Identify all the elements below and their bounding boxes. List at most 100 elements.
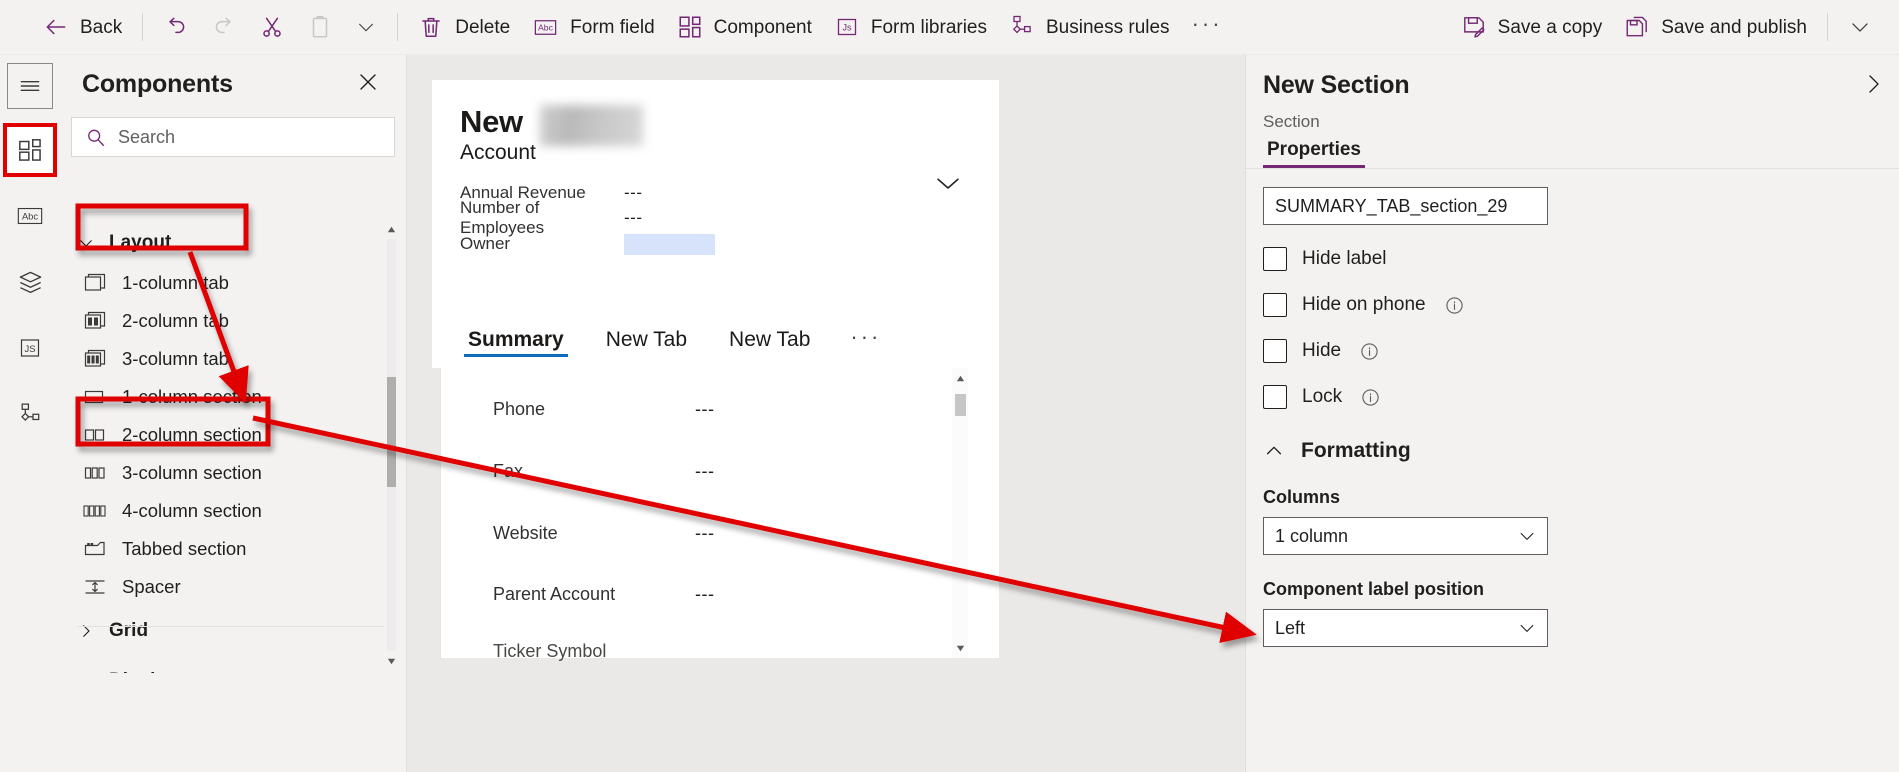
display-group-header[interactable]: Display: [60, 660, 407, 673]
header-field-row[interactable]: Number of Employees ---: [460, 198, 960, 237]
grid-group-header[interactable]: Grid: [60, 610, 407, 652]
form-field-button[interactable]: Abc Form field: [521, 5, 665, 49]
scrollbar-thumb[interactable]: [387, 377, 396, 487]
form-libraries-button[interactable]: Js Form libraries: [823, 5, 998, 49]
info-icon[interactable]: [1361, 388, 1380, 407]
chevron-up-icon: [1263, 440, 1285, 462]
canvas-scroll-down-arrow[interactable]: [954, 640, 967, 656]
sidebar-item-business-rules[interactable]: [7, 391, 53, 437]
form-row-parent-account[interactable]: Parent Account ---: [493, 584, 714, 605]
component-item-2-column-tab[interactable]: 2-column tab: [60, 302, 407, 340]
chevron-down-icon: [77, 672, 95, 673]
canvas-scrollbar[interactable]: [952, 368, 968, 658]
checkbox-box[interactable]: [1263, 293, 1287, 317]
canvas-scroll-up-arrow[interactable]: [954, 370, 967, 386]
tab-overflow-dots: ···: [850, 323, 882, 349]
component-item-2-column-section[interactable]: 2-column section: [60, 416, 407, 454]
component-item-3-column-tab[interactable]: 3-column tab: [60, 340, 407, 378]
search-input[interactable]: Search: [71, 117, 395, 157]
delete-button[interactable]: Delete: [407, 5, 521, 49]
tab-new-tab-2[interactable]: New Tab: [721, 318, 818, 362]
js-icon: Js: [834, 14, 860, 40]
sidebar-item-form-fields[interactable]: Abc: [7, 193, 53, 239]
formatting-section-label: Formatting: [1301, 439, 1411, 462]
layout-group-header[interactable]: Layout: [60, 222, 407, 264]
columns-dropdown[interactable]: 1 column: [1263, 517, 1548, 555]
sidebar-item-tree-view[interactable]: [7, 259, 53, 305]
paste-button[interactable]: [296, 5, 344, 49]
section-name-input[interactable]: SUMMARY_TAB_section_29: [1263, 187, 1548, 225]
sidebar-item-form-libraries[interactable]: JS: [7, 325, 53, 371]
search-icon: [85, 127, 106, 148]
layout-group-label: Layout: [109, 232, 172, 253]
component-item-label: 1-column section: [122, 386, 262, 407]
properties-panel-title: New Section: [1263, 71, 1410, 99]
component-button-label: Component: [713, 16, 812, 38]
scroll-up-arrow[interactable]: [385, 221, 397, 237]
component-item-tabbed-section[interactable]: Tabbed section: [60, 530, 407, 568]
cut-button[interactable]: [248, 5, 296, 49]
scroll-down-arrow[interactable]: [385, 653, 397, 669]
save-a-copy-button[interactable]: Save a copy: [1450, 5, 1614, 49]
checkbox-hide[interactable]: Hide: [1263, 339, 1882, 363]
component-item-1-column-tab[interactable]: 1-column tab: [60, 264, 407, 302]
checkbox-box[interactable]: [1263, 339, 1287, 363]
header-field-row[interactable]: Owner: [460, 230, 960, 258]
svg-text:Abc: Abc: [22, 211, 38, 221]
form-row-ticker-symbol[interactable]: Ticker Symbol: [493, 641, 695, 662]
spacer-icon: [82, 578, 108, 596]
save-and-publish-button[interactable]: Save and publish: [1613, 5, 1818, 49]
save-options-button[interactable]: [1837, 5, 1883, 49]
redo-button[interactable]: [200, 5, 248, 49]
checkbox-label: Hide label: [1302, 248, 1387, 269]
checkbox-box[interactable]: [1263, 247, 1287, 271]
save-and-publish-label: Save and publish: [1661, 16, 1807, 38]
component-button[interactable]: Component: [666, 5, 823, 49]
more-commands-button[interactable]: ···: [1181, 5, 1234, 49]
form-row-label: Website: [493, 523, 558, 543]
formatting-section-header[interactable]: Formatting: [1263, 439, 1882, 463]
three-column-section-icon: [82, 464, 108, 482]
component-item-3-column-section[interactable]: 3-column section: [60, 454, 407, 492]
form-header-card[interactable]: New Account Annual Revenue --- Number of…: [432, 80, 999, 318]
checkbox-hide-on-phone[interactable]: Hide on phone: [1263, 293, 1882, 317]
info-icon[interactable]: [1445, 296, 1464, 315]
form-row-website[interactable]: Website ---: [493, 523, 714, 544]
tab-properties[interactable]: Properties: [1263, 139, 1365, 168]
undo-button[interactable]: [152, 5, 200, 49]
checkbox-lock[interactable]: Lock: [1263, 385, 1882, 409]
back-button[interactable]: Back: [32, 5, 133, 49]
canvas-scrollbar-thumb[interactable]: [955, 394, 966, 416]
svg-text:Js: Js: [842, 23, 852, 33]
form-header-fields: Annual Revenue --- Number of Employees -…: [460, 180, 960, 258]
divider: [77, 626, 397, 627]
form-row-value: ---: [695, 584, 715, 604]
info-icon[interactable]: [1360, 342, 1379, 361]
business-rules-button[interactable]: Business rules: [998, 5, 1181, 49]
components-icon: [677, 14, 703, 40]
components-list: Layout 1-column tab 2-column tab 3-colum…: [60, 218, 407, 673]
component-label-position-dropdown[interactable]: Left: [1263, 609, 1548, 647]
component-item-spacer[interactable]: Spacer: [60, 568, 407, 606]
component-item-label: 2-column section: [122, 424, 262, 445]
chevron-down-icon: [1848, 15, 1872, 39]
clipboard-overflow-button[interactable]: [344, 5, 388, 49]
close-icon[interactable]: [350, 64, 386, 105]
command-bar: Back Delete Abc Form field Component Js …: [0, 0, 1899, 55]
checkbox-box[interactable]: [1263, 385, 1287, 409]
sidebar-item-components[interactable]: [3, 123, 57, 177]
tab-overflow-button[interactable]: ···: [844, 318, 887, 362]
form-libraries-button-label: Form libraries: [870, 16, 987, 38]
component-item-4-column-section[interactable]: 4-column section: [60, 492, 407, 530]
sidebar-item-menu[interactable]: [7, 63, 53, 109]
components-panel-scrollbar[interactable]: [384, 221, 398, 669]
tab-new-tab-1[interactable]: New Tab: [598, 318, 695, 362]
hamburger-icon: [17, 73, 43, 99]
checkbox-hide-label[interactable]: Hide label: [1263, 247, 1882, 271]
form-row-fax[interactable]: Fax ---: [493, 461, 714, 482]
chevron-right-icon[interactable]: [1861, 72, 1885, 101]
header-expand-chevron-icon[interactable]: [933, 168, 963, 203]
tab-summary[interactable]: Summary: [460, 318, 572, 362]
form-row-phone[interactable]: Phone ---: [493, 399, 714, 420]
component-item-1-column-section[interactable]: 1-column section: [60, 378, 407, 416]
